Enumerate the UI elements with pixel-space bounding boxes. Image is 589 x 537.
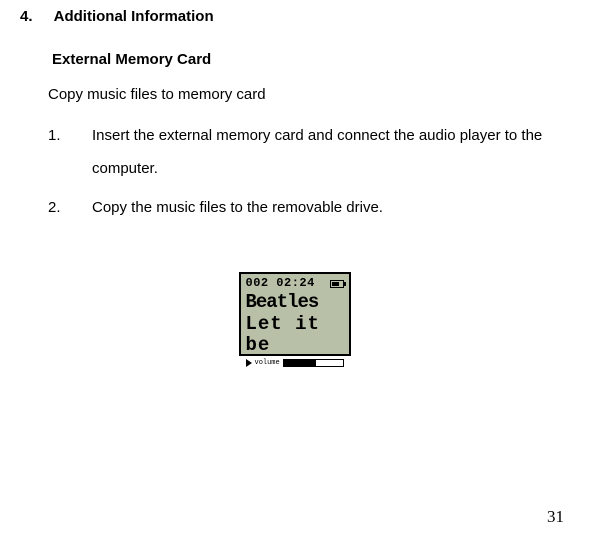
step-number: 2. bbox=[48, 191, 92, 224]
content-area: External Memory Card Copy music files to… bbox=[52, 51, 569, 224]
track-info-text: 002 02:24 bbox=[246, 277, 315, 291]
player-bottom-row: volume bbox=[246, 359, 344, 367]
section-number: 4. bbox=[20, 8, 50, 25]
volume-fill bbox=[284, 360, 316, 366]
player-screenshot: 002 02:24 Beatles Let it be volume bbox=[20, 272, 569, 356]
step-text: Insert the external memory card and conn… bbox=[92, 119, 569, 185]
page-number: 31 bbox=[547, 507, 564, 527]
play-icon bbox=[246, 359, 252, 367]
step-item: 1. Insert the external memory card and c… bbox=[48, 119, 569, 185]
subheading: External Memory Card bbox=[52, 51, 569, 68]
battery-icon bbox=[330, 280, 344, 288]
player-track-text: Let it be bbox=[246, 314, 344, 358]
battery-fill bbox=[332, 282, 339, 286]
step-item: 2. Copy the music files to the removable… bbox=[48, 191, 569, 224]
volume-bar bbox=[283, 359, 344, 367]
player-artist-text: Beatles bbox=[246, 292, 344, 314]
volume-label: volume bbox=[255, 359, 280, 367]
player-status-row: 002 02:24 bbox=[246, 277, 344, 291]
section-header: 4. Additional Information bbox=[20, 8, 569, 25]
step-text: Copy the music files to the removable dr… bbox=[92, 191, 569, 224]
step-number: 1. bbox=[48, 119, 92, 185]
intro-text: Copy music files to memory card bbox=[48, 86, 569, 103]
section-title: Additional Information bbox=[54, 8, 214, 25]
player-lcd-screen: 002 02:24 Beatles Let it be volume bbox=[239, 272, 351, 356]
